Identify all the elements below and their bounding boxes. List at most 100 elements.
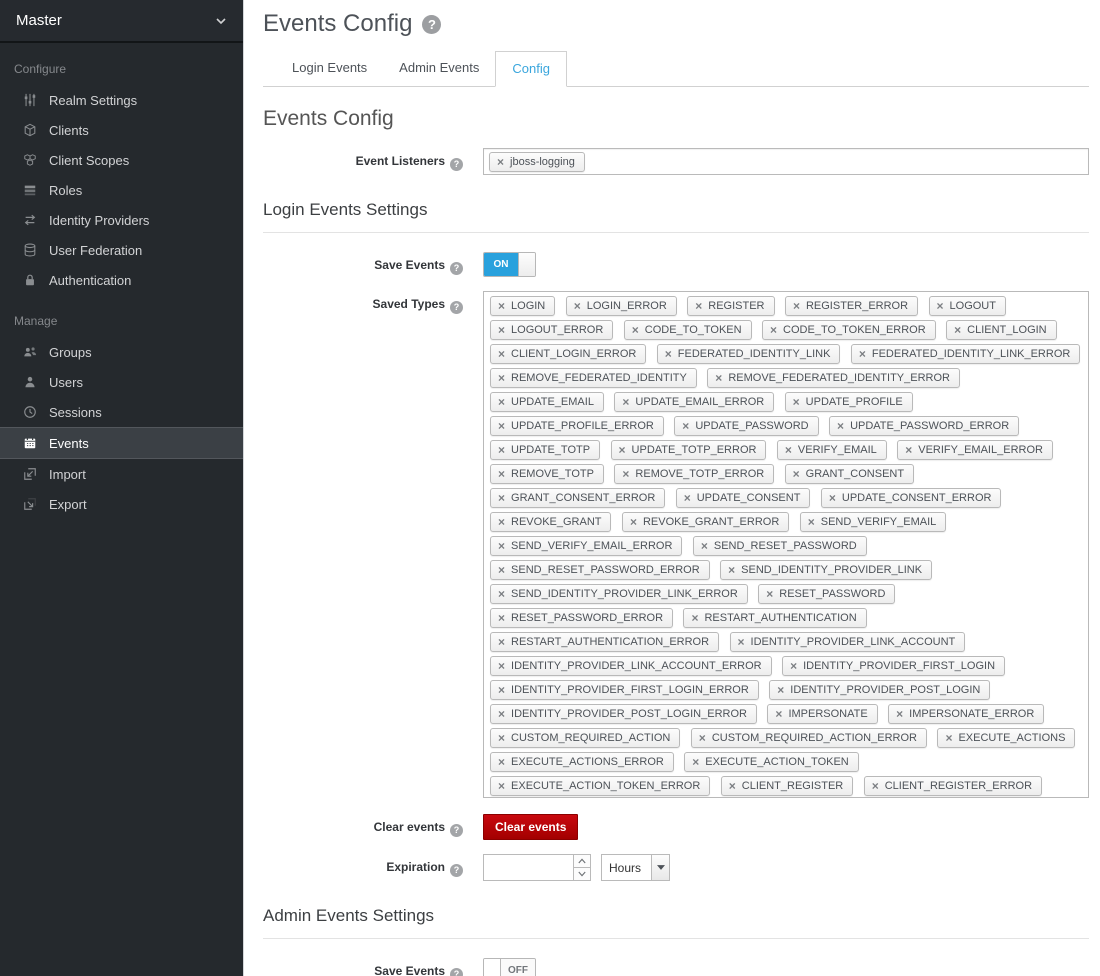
remove-chip-icon[interactable]: × (793, 396, 800, 408)
sidebar-item-import[interactable]: Import (0, 459, 243, 489)
saved-type-chip[interactable]: ×SEND_VERIFY_EMAIL (800, 512, 947, 532)
saved-type-chip[interactable]: ×IDENTITY_PROVIDER_FIRST_LOGIN (782, 656, 1005, 676)
sidebar-item-groups[interactable]: Groups (0, 337, 243, 367)
remove-chip-icon[interactable]: × (498, 324, 505, 336)
remove-chip-icon[interactable]: × (790, 660, 797, 672)
remove-chip-icon[interactable]: × (498, 300, 505, 312)
remove-chip-icon[interactable]: × (497, 156, 504, 168)
remove-chip-icon[interactable]: × (498, 396, 505, 408)
remove-chip-icon[interactable]: × (837, 420, 844, 432)
remove-chip-icon[interactable]: × (498, 732, 505, 744)
help-icon[interactable]: ? (450, 864, 463, 877)
saved-type-chip[interactable]: ×EXECUTE_ACTION_TOKEN_ERROR (490, 776, 710, 796)
saved-type-chip[interactable]: ×REMOVE_FEDERATED_IDENTITY (490, 368, 697, 388)
remove-chip-icon[interactable]: × (498, 372, 505, 384)
saved-type-chip[interactable]: ×UPDATE_EMAIL_ERROR (614, 392, 774, 412)
saved-type-chip[interactable]: ×CUSTOM_REQUIRED_ACTION_ERROR (691, 728, 927, 748)
sidebar-item-user-federation[interactable]: User Federation (0, 235, 243, 265)
help-icon[interactable]: ? (450, 824, 463, 837)
help-icon[interactable]: ? (450, 968, 463, 976)
tab-login-events[interactable]: Login Events (276, 51, 383, 86)
clear-events-button[interactable]: Clear events (483, 814, 578, 840)
remove-chip-icon[interactable]: × (945, 732, 952, 744)
event-listener-chip[interactable]: × jboss-logging (489, 152, 585, 172)
remove-chip-icon[interactable]: × (630, 516, 637, 528)
help-icon[interactable]: ? (450, 301, 463, 314)
remove-chip-icon[interactable]: × (498, 420, 505, 432)
saved-type-chip[interactable]: ×VERIFY_EMAIL (777, 440, 887, 460)
remove-chip-icon[interactable]: × (498, 780, 505, 792)
saved-type-chip[interactable]: ×REMOVE_TOTP_ERROR (614, 464, 774, 484)
saved-type-chip[interactable]: ×RESTART_AUTHENTICATION (683, 608, 866, 628)
remove-chip-icon[interactable]: × (498, 444, 505, 456)
spinner-down-icon[interactable] (573, 868, 591, 881)
tab-config[interactable]: Config (495, 51, 567, 87)
saved-type-chip[interactable]: ×IDENTITY_PROVIDER_POST_LOGIN (769, 680, 990, 700)
saved-type-chip[interactable]: ×REGISTER_ERROR (785, 296, 918, 316)
remove-chip-icon[interactable]: × (777, 684, 784, 696)
remove-chip-icon[interactable]: × (896, 708, 903, 720)
remove-chip-icon[interactable]: × (498, 636, 505, 648)
saved-type-chip[interactable]: ×UPDATE_PROFILE (785, 392, 913, 412)
saved-type-chip[interactable]: ×IDENTITY_PROVIDER_LINK_ACCOUNT (730, 632, 966, 652)
saved-type-chip[interactable]: ×UPDATE_TOTP_ERROR (611, 440, 767, 460)
sidebar-item-clients[interactable]: Clients (0, 115, 243, 145)
saved-type-chip[interactable]: ×SEND_IDENTITY_PROVIDER_LINK (720, 560, 932, 580)
remove-chip-icon[interactable]: × (785, 444, 792, 456)
remove-chip-icon[interactable]: × (775, 708, 782, 720)
remove-chip-icon[interactable]: × (632, 324, 639, 336)
remove-chip-icon[interactable]: × (954, 324, 961, 336)
remove-chip-icon[interactable]: × (498, 708, 505, 720)
remove-chip-icon[interactable]: × (498, 540, 505, 552)
remove-chip-icon[interactable]: × (622, 468, 629, 480)
remove-chip-icon[interactable]: × (498, 564, 505, 576)
saved-type-chip[interactable]: ×RESET_PASSWORD (758, 584, 895, 604)
expiration-input[interactable] (483, 854, 573, 881)
remove-chip-icon[interactable]: × (498, 756, 505, 768)
remove-chip-icon[interactable]: × (498, 588, 505, 600)
saved-type-chip[interactable]: ×IDENTITY_PROVIDER_LINK_ACCOUNT_ERROR (490, 656, 772, 676)
remove-chip-icon[interactable]: × (498, 516, 505, 528)
spinner-up-icon[interactable] (573, 854, 591, 868)
remove-chip-icon[interactable]: × (498, 660, 505, 672)
saved-type-chip[interactable]: ×FEDERATED_IDENTITY_LINK_ERROR (851, 344, 1080, 364)
remove-chip-icon[interactable]: × (937, 300, 944, 312)
remove-chip-icon[interactable]: × (684, 492, 691, 504)
saved-type-chip[interactable]: ×UPDATE_CONSENT_ERROR (821, 488, 1002, 508)
remove-chip-icon[interactable]: × (498, 468, 505, 480)
saved-type-chip[interactable]: ×SEND_RESET_PASSWORD_ERROR (490, 560, 710, 580)
remove-chip-icon[interactable]: × (665, 348, 672, 360)
remove-chip-icon[interactable]: × (619, 444, 626, 456)
saved-type-chip[interactable]: ×IDENTITY_PROVIDER_POST_LOGIN_ERROR (490, 704, 757, 724)
saved-type-chip[interactable]: ×REMOVE_TOTP (490, 464, 604, 484)
saved-type-chip[interactable]: ×EXECUTE_ACTIONS (937, 728, 1075, 748)
sidebar-item-client-scopes[interactable]: Client Scopes (0, 145, 243, 175)
saved-type-chip[interactable]: ×RESTART_AUTHENTICATION_ERROR (490, 632, 719, 652)
saved-type-chip[interactable]: ×EXECUTE_ACTION_TOKEN (684, 752, 858, 772)
saved-type-chip[interactable]: ×REMOVE_FEDERATED_IDENTITY_ERROR (707, 368, 960, 388)
remove-chip-icon[interactable]: × (699, 732, 706, 744)
remove-chip-icon[interactable]: × (738, 636, 745, 648)
remove-chip-icon[interactable]: × (695, 300, 702, 312)
saved-type-chip[interactable]: ×UPDATE_CONSENT (676, 488, 811, 508)
remove-chip-icon[interactable]: × (622, 396, 629, 408)
saved-type-chip[interactable]: ×GRANT_CONSENT (785, 464, 914, 484)
saved-type-chip[interactable]: ×REVOKE_GRANT_ERROR (622, 512, 789, 532)
saved-type-chip[interactable]: ×CUSTOM_REQUIRED_ACTION (490, 728, 680, 748)
sidebar-item-users[interactable]: Users (0, 367, 243, 397)
expiration-unit-select[interactable]: Hours (601, 854, 670, 881)
saved-type-chip[interactable]: ×CLIENT_REGISTER_ERROR (864, 776, 1042, 796)
saved-type-chip[interactable]: ×CODE_TO_TOKEN (624, 320, 752, 340)
saved-type-chip[interactable]: ×IMPERSONATE_ERROR (888, 704, 1044, 724)
admin-save-events-toggle[interactable]: OFF (483, 958, 536, 976)
sidebar-item-identity-providers[interactable]: Identity Providers (0, 205, 243, 235)
remove-chip-icon[interactable]: × (859, 348, 866, 360)
saved-type-chip[interactable]: ×SEND_IDENTITY_PROVIDER_LINK_ERROR (490, 584, 748, 604)
saved-type-chip[interactable]: ×UPDATE_EMAIL (490, 392, 604, 412)
remove-chip-icon[interactable]: × (682, 420, 689, 432)
saved-type-chip[interactable]: ×UPDATE_PASSWORD (674, 416, 818, 436)
tab-admin-events[interactable]: Admin Events (383, 51, 495, 86)
saved-type-chip[interactable]: ×VERIFY_EMAIL_ERROR (897, 440, 1053, 460)
saved-type-chip[interactable]: ×LOGOUT_ERROR (490, 320, 613, 340)
saved-type-chip[interactable]: ×CLIENT_LOGIN (946, 320, 1056, 340)
